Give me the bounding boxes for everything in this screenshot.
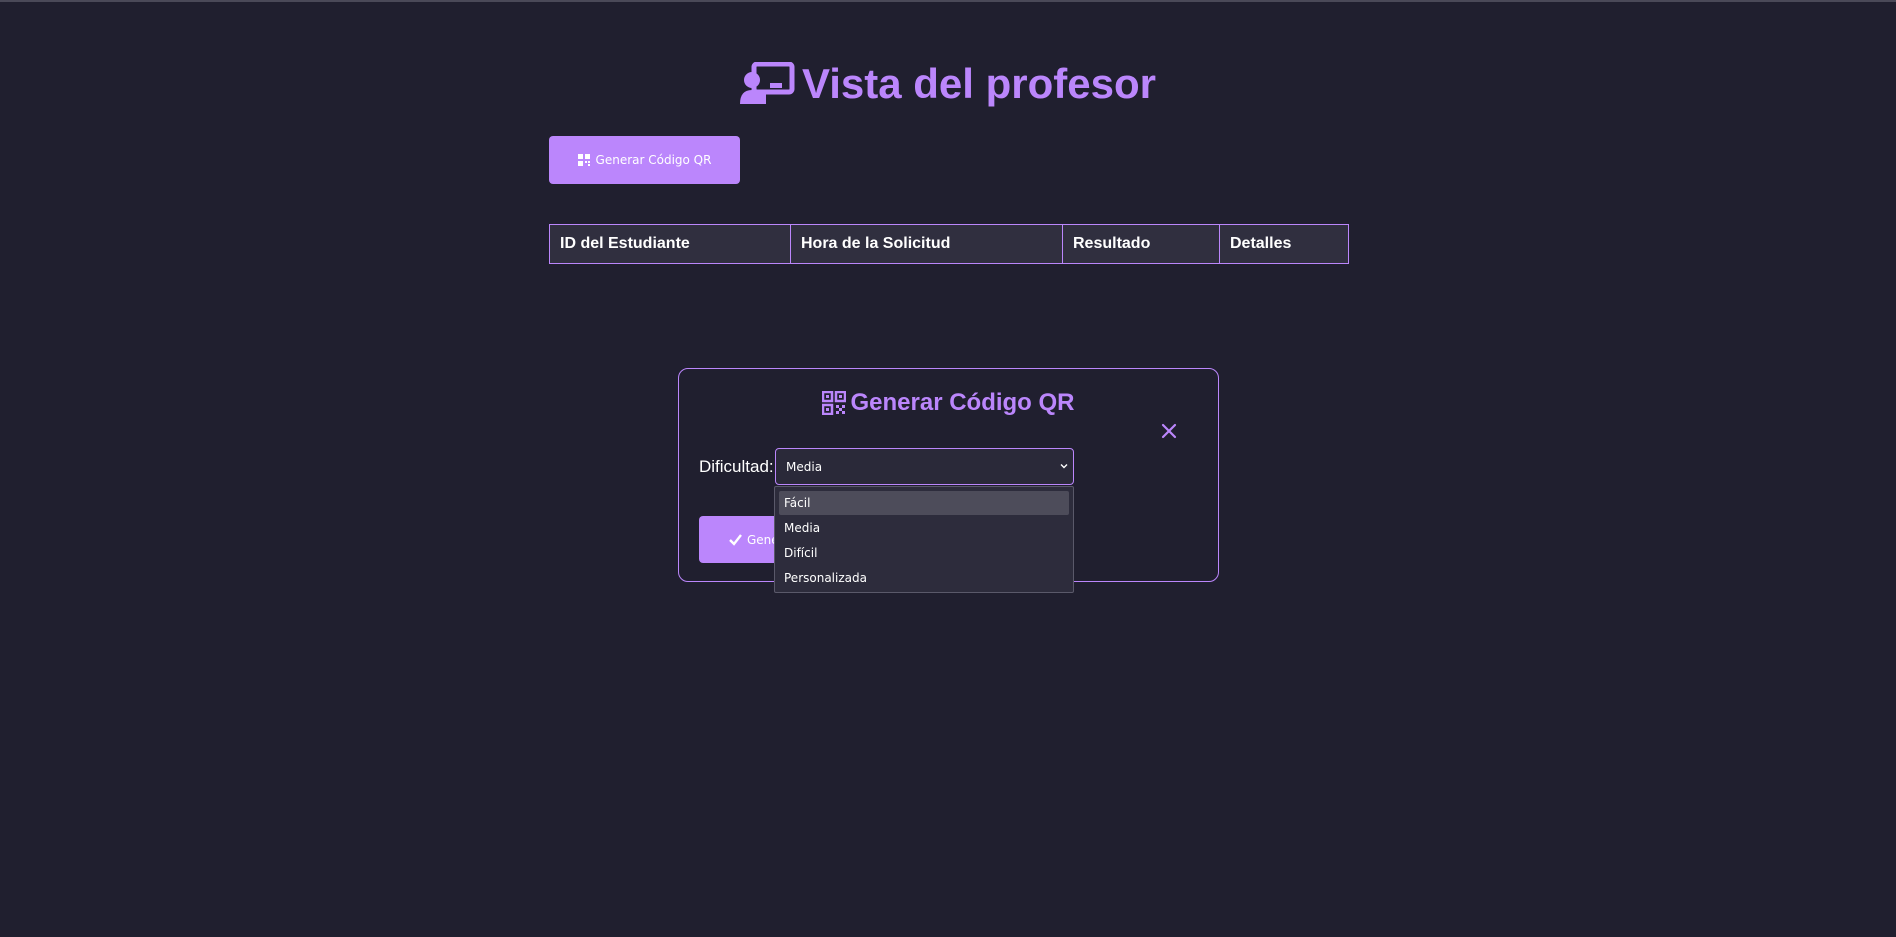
difficulty-select[interactable]: Media xyxy=(775,448,1074,485)
difficulty-selected-value: Media xyxy=(786,459,823,474)
check-icon xyxy=(729,534,742,546)
page-title: Vista del profesor xyxy=(0,60,1896,108)
dropdown-option-facil[interactable]: Fácil xyxy=(779,491,1069,515)
qrcode-icon xyxy=(577,154,590,166)
chevron-down-icon xyxy=(1060,464,1068,469)
generate-qr-button[interactable]: Generar Código QR xyxy=(549,136,740,184)
requests-table: ID del Estudiante Hora de la Solicitud R… xyxy=(549,224,1349,264)
table-header-row: ID del Estudiante Hora de la Solicitud R… xyxy=(549,224,1349,264)
page-title-text: Vista del profesor xyxy=(801,60,1156,107)
column-header-result: Resultado xyxy=(1062,224,1220,264)
difficulty-label: Dificultad: xyxy=(699,457,774,476)
column-header-student-id: ID del Estudiante xyxy=(549,224,791,264)
dropdown-option-dificil[interactable]: Difícil xyxy=(779,541,1069,565)
generate-qr-label: Generar Código QR xyxy=(595,153,712,167)
modal-title-text: Generar Código QR xyxy=(850,389,1075,416)
dropdown-option-media[interactable]: Media xyxy=(779,516,1069,540)
dropdown-option-personalizada[interactable]: Personalizada xyxy=(779,566,1069,590)
modal-title: Generar Código QR xyxy=(679,389,1218,417)
close-icon[interactable] xyxy=(1159,421,1179,441)
chalkboard-teacher-icon xyxy=(739,62,795,104)
qrcode-icon xyxy=(822,391,847,415)
difficulty-dropdown-list: Fácil Media Difícil Personalizada xyxy=(774,486,1074,593)
window-top-border xyxy=(0,0,1896,2)
column-header-details: Detalles xyxy=(1219,224,1349,264)
column-header-request-time: Hora de la Solicitud xyxy=(790,224,1063,264)
